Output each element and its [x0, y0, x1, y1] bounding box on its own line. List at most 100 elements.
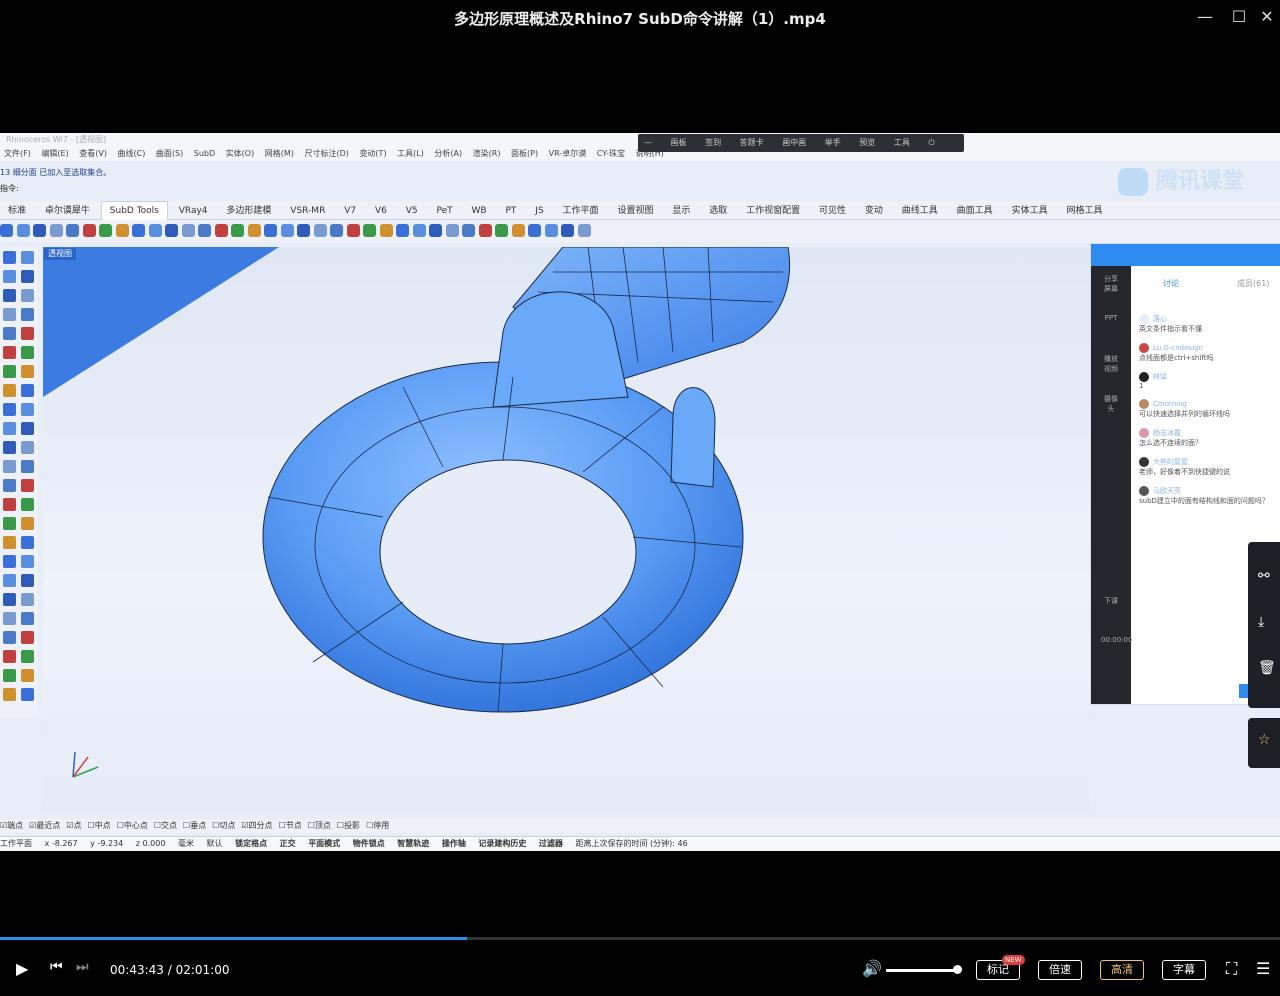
player-controls: ▶ ⏮ ⏭ 00:43:43 / 02:01:00 🔊 标记 NEW 倍速 高清… [0, 851, 1280, 996]
tab-viewport-layout: 工作视窗配置 [746, 206, 801, 216]
tool-icon [148, 224, 162, 237]
volume-knob[interactable] [953, 965, 962, 974]
subd-toolbar [0, 220, 1280, 242]
chat-message: 大熊的屋屋 老师，好像着不到快捷键的说 [1139, 457, 1279, 477]
chat-message: Cmorning 可以快速选择并列的循环线吗 [1139, 399, 1279, 419]
avatar [1139, 343, 1149, 353]
command-prompt: 指令: [0, 184, 19, 193]
osnap-item: ☑端点 [0, 821, 24, 830]
tool-icon [21, 669, 34, 682]
tool-icon [3, 650, 16, 663]
tab-transform: 变动 [864, 206, 883, 216]
chat-author: Lu.G-cndesign [1153, 344, 1203, 352]
next-icon[interactable]: ⏭ [76, 959, 89, 975]
tab-setview: 设置视图 [617, 206, 654, 216]
osnap-bar: ☑端点 ☑最近点 ☑点 ☐中点 ☐中心点 ☐交点 ☐垂点 ☐切点 ☑四分点 ☐节点 ☐顶点 ☐投影 ☐停… [0, 819, 1280, 833]
tool-icon [3, 555, 16, 568]
tool-icon [21, 593, 34, 606]
avatar [1139, 372, 1149, 382]
chat-text: 英文条件指示看不懂 [1139, 325, 1202, 333]
chat-text: subD建立中的面有结构线和面的问题吗？ [1139, 497, 1269, 505]
subtitle-button[interactable]: 字幕 [1162, 960, 1206, 980]
delete-icon[interactable]: 🗑 [1258, 660, 1276, 676]
previous-icon[interactable]: ⏮ [50, 959, 63, 975]
chat-author: 落心 [1153, 315, 1167, 323]
tool-icon [21, 251, 34, 264]
tool-icon [3, 270, 16, 283]
osnap-item: ☐投影 [336, 821, 361, 830]
tool-icon [3, 441, 16, 454]
tool-icon [21, 384, 34, 397]
tool-icon [21, 327, 34, 340]
video-frame[interactable]: Rhinoceros Wi7 - [透视图] 文件(F) 编辑(E) 查看(V)… [0, 133, 1280, 851]
window-title: 多边形原理概述及Rhino7 SubD命令讲解（1）.mp4 [454, 10, 826, 28]
avatar [1139, 457, 1149, 467]
tab-standard: 标准 [8, 206, 27, 216]
tool-icon [3, 289, 16, 302]
share-icon[interactable]: ⚯ [1258, 568, 1270, 584]
menu-item: 面板(P) [511, 149, 539, 158]
tab-v7: V7 [344, 206, 357, 216]
time-current: 00:43:43 [110, 963, 164, 977]
progress-fill [0, 937, 468, 940]
speed-button[interactable]: 倍速 [1038, 960, 1082, 980]
tool-icon [49, 224, 63, 237]
volume-slider[interactable] [886, 969, 958, 972]
tool-icon [3, 631, 16, 644]
tool-icon [33, 224, 46, 237]
tab-poly: 多边形建模 [226, 206, 272, 216]
volume-icon[interactable]: 🔊 [862, 959, 882, 978]
menu-item: 文件(F) [4, 149, 31, 158]
chat-text: 1 [1139, 382, 1144, 390]
tool-icon [21, 403, 34, 416]
chat-text: 老师，好像着不到快捷键的说 [1139, 468, 1230, 476]
tool-icon [495, 224, 508, 237]
tool-icon [21, 574, 34, 587]
tab-curve-tools: 曲线工具 [901, 206, 938, 216]
tab-members: 成员(61) [1237, 279, 1270, 288]
fullscreen-icon[interactable]: ⛶ [1226, 959, 1237, 979]
tab-subd-tools: SubD Tools [100, 201, 168, 220]
download-icon[interactable]: ⤓ [1258, 614, 1264, 630]
osnap-item: ☐中点 [87, 821, 111, 830]
tool-icon [198, 224, 211, 237]
pin-icon[interactable]: ☆ [1258, 732, 1271, 748]
menu-item: 曲线(C) [117, 149, 146, 158]
progress-bar[interactable] [0, 937, 1280, 940]
tool-icon [511, 224, 525, 237]
model-tab [670, 387, 716, 488]
tool-icon [21, 555, 34, 568]
tab-pt: PT [505, 206, 517, 216]
close-button[interactable]: ✕ [1256, 6, 1278, 28]
status-toggle: 记录建构历史 [478, 839, 527, 848]
chat-author: 杨志冰露 [1153, 429, 1181, 437]
chat-messages: 落心 英文条件指示看不懂 Lu.G-cndesign 点线面都是ctrl+shift吗… [1139, 314, 1279, 515]
watermark-text: 腾讯课堂 [1156, 169, 1245, 194]
maximize-button[interactable]: ☐ [1228, 6, 1250, 28]
tool-icon [21, 536, 34, 549]
tool-icon [132, 224, 145, 237]
status-z: z 0.000 [135, 839, 166, 848]
playlist-icon[interactable]: ☰ [1256, 959, 1270, 978]
time-total: 02:01:00 [175, 963, 230, 977]
tool-icon [3, 688, 16, 701]
tool-icon [3, 574, 16, 587]
tool-icon [99, 224, 112, 237]
overlay-item: 画板 [670, 138, 687, 147]
minimize-button[interactable]: — [1194, 6, 1216, 28]
play-icon[interactable]: ▶ [16, 959, 28, 978]
tool-icon [478, 224, 492, 237]
menu-item: 变动(T) [359, 149, 387, 158]
status-y: y -9.234 [90, 839, 124, 848]
tool-icon [181, 224, 195, 237]
menu-item: 网格(M) [264, 149, 294, 158]
tool-icon [214, 224, 228, 237]
tab-v5: V5 [405, 206, 418, 216]
osnap-item: ☐交点 [153, 821, 178, 830]
ppt-label: PPT [1104, 314, 1118, 322]
status-save-info: 距离上次保存的时间 (分钟): 46 [575, 839, 688, 848]
avatar [1139, 486, 1149, 496]
title-bar: 多边形原理概述及Rhino7 SubD命令讲解（1）.mp4 — ☐ ✕ [0, 0, 1280, 36]
tool-icon [280, 224, 294, 237]
quality-button[interactable]: 高清 [1100, 960, 1144, 980]
